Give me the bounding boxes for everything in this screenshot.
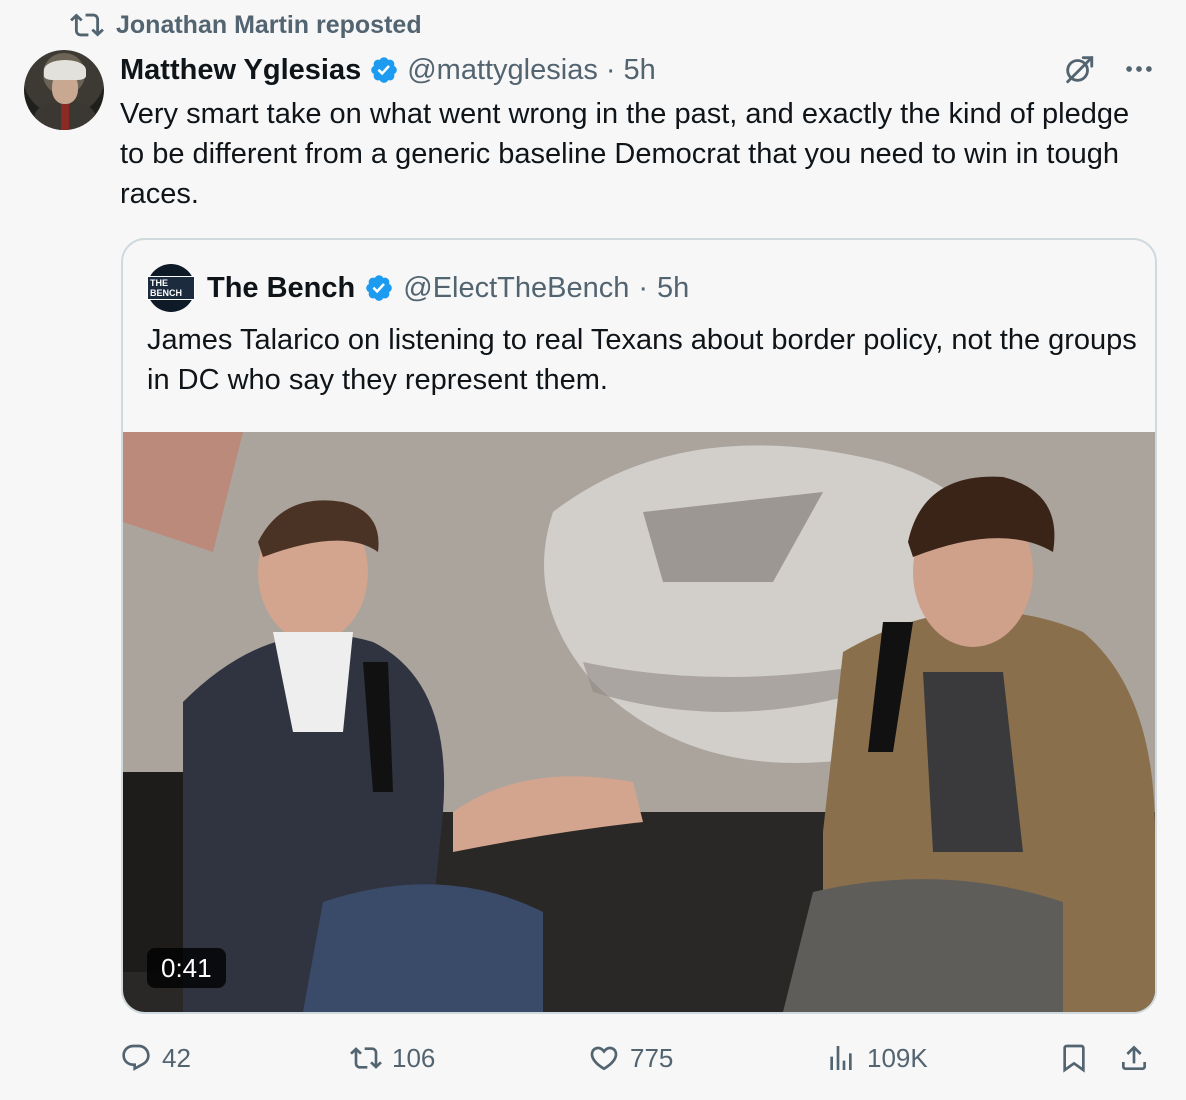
grok-icon[interactable] bbox=[1062, 52, 1096, 86]
quoted-avatar-logo: THE BENCH bbox=[147, 276, 195, 300]
tweet-actions: 42 106 775 109K bbox=[120, 1036, 1160, 1080]
bookmark-button[interactable] bbox=[1058, 1036, 1090, 1080]
more-icon[interactable] bbox=[1122, 52, 1156, 86]
quoted-author-avatar[interactable]: THE BENCH bbox=[147, 264, 195, 312]
reply-count: 42 bbox=[162, 1042, 191, 1073]
views-icon bbox=[830, 1046, 852, 1070]
retweet-button[interactable]: 106 bbox=[350, 1036, 435, 1080]
views-button[interactable]: 109K bbox=[825, 1036, 928, 1080]
quoted-author-name[interactable]: The Bench bbox=[207, 272, 355, 305]
header-separator: · bbox=[605, 53, 616, 86]
reply-button[interactable]: 42 bbox=[120, 1036, 191, 1080]
like-icon bbox=[590, 1046, 618, 1071]
views-count: 109K bbox=[867, 1042, 928, 1073]
tweet-top-icons bbox=[1062, 52, 1156, 86]
reply-icon bbox=[122, 1044, 150, 1071]
video-thumbnail bbox=[123, 432, 1155, 1012]
share-icon bbox=[1122, 1045, 1146, 1070]
quoted-header-separator: · bbox=[638, 271, 649, 304]
verified-badge-icon[interactable] bbox=[369, 55, 399, 85]
author-handle[interactable]: @mattyglesias bbox=[407, 54, 598, 87]
verified-badge-icon[interactable] bbox=[364, 273, 394, 303]
bookmark-icon bbox=[1063, 1044, 1085, 1073]
video-player[interactable]: 0:41 bbox=[123, 432, 1155, 1012]
quoted-tweet-time: 5h bbox=[657, 271, 690, 304]
quoted-tweet-text: James Talarico on listening to real Texa… bbox=[147, 324, 1137, 396]
repost-label: Jonathan Martin reposted bbox=[116, 10, 422, 39]
video-duration-badge: 0:41 bbox=[147, 948, 226, 988]
author-avatar[interactable] bbox=[24, 50, 104, 130]
share-button[interactable] bbox=[1118, 1036, 1150, 1080]
tweet-header: Matthew Yglesias @mattyglesias · 5h bbox=[120, 50, 656, 90]
retweet-count: 106 bbox=[392, 1042, 436, 1073]
tweet-time[interactable]: 5h bbox=[624, 54, 656, 87]
like-count: 775 bbox=[630, 1042, 674, 1073]
retweet-icon bbox=[350, 1047, 382, 1069]
quoted-tweet-header: THE BENCH The Bench @ElectTheBench · 5h bbox=[147, 264, 690, 312]
tweet-text: Very smart take on what went wrong in th… bbox=[120, 98, 1130, 210]
like-button[interactable]: 775 bbox=[588, 1036, 673, 1080]
quoted-tweet[interactable]: THE BENCH The Bench @ElectTheBench · 5h … bbox=[121, 238, 1157, 1014]
author-name[interactable]: Matthew Yglesias bbox=[120, 54, 361, 87]
quoted-author-handle[interactable]: @ElectTheBench bbox=[403, 272, 629, 305]
repost-indicator[interactable]: Jonathan Martin reposted bbox=[70, 8, 422, 42]
repost-icon bbox=[70, 13, 104, 37]
